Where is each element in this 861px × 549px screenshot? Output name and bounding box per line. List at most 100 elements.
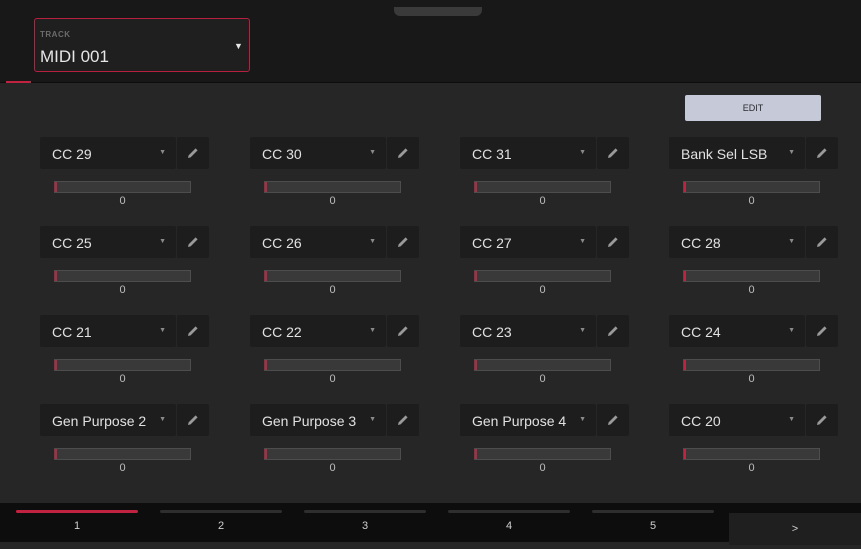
value-slider[interactable]	[54, 270, 191, 282]
value-readout: 0	[539, 462, 546, 474]
value-readout: 0	[329, 462, 336, 474]
pencil-icon[interactable]	[177, 226, 209, 258]
cc-select[interactable]: Gen Purpose 3 ▼	[250, 404, 386, 436]
cc-select[interactable]: CC 21 ▼	[40, 315, 176, 347]
edit-button[interactable]: EDIT	[685, 95, 821, 121]
cc-control: CC 22 ▼ 0	[250, 315, 429, 395]
cc-select[interactable]: Bank Sel LSB ▼	[669, 137, 805, 169]
slider-fill	[475, 182, 477, 192]
value-slider[interactable]	[474, 181, 611, 193]
cc-control: CC 30 ▼ 0	[250, 137, 429, 217]
chevron-down-icon: ▼	[234, 41, 243, 51]
value-slider[interactable]	[474, 448, 611, 460]
chevron-down-icon: ▼	[159, 327, 166, 334]
cc-select[interactable]: CC 30 ▼	[250, 137, 386, 169]
tab-page-1[interactable]: 1	[8, 503, 146, 542]
slider-fill	[265, 271, 267, 281]
cc-select[interactable]: CC 25 ▼	[40, 226, 176, 258]
slider-fill	[55, 449, 57, 459]
cc-select[interactable]: CC 29 ▼	[40, 137, 176, 169]
pencil-icon[interactable]	[177, 315, 209, 347]
value-slider[interactable]	[683, 448, 820, 460]
cc-control: CC 21 ▼ 0	[40, 315, 219, 395]
slider-fill	[475, 271, 477, 281]
pencil-icon[interactable]	[597, 404, 629, 436]
chevron-down-icon: ▼	[788, 416, 795, 423]
slider-fill	[684, 182, 686, 192]
pencil-icon[interactable]	[387, 137, 419, 169]
cc-control: Gen Purpose 4 ▼ 0	[460, 404, 639, 484]
slider-fill	[265, 449, 267, 459]
cc-select[interactable]: CC 24 ▼	[669, 315, 805, 347]
cc-select-label: Bank Sel LSB	[681, 146, 768, 162]
pencil-icon[interactable]	[387, 226, 419, 258]
value-slider[interactable]	[54, 181, 191, 193]
drawer-handle[interactable]	[394, 7, 482, 16]
value-slider[interactable]	[683, 181, 820, 193]
pencil-icon[interactable]	[387, 404, 419, 436]
cc-select-label: Gen Purpose 3	[262, 413, 357, 429]
value-slider[interactable]	[264, 448, 401, 460]
pencil-icon[interactable]	[597, 226, 629, 258]
cc-select-label: CC 25	[52, 235, 92, 251]
cc-select[interactable]: CC 20 ▼	[669, 404, 805, 436]
value-readout: 0	[748, 284, 755, 296]
value-slider[interactable]	[264, 270, 401, 282]
pencil-icon[interactable]	[806, 137, 838, 169]
value-slider[interactable]	[264, 181, 401, 193]
value-slider[interactable]	[683, 270, 820, 282]
chevron-down-icon: ▼	[159, 149, 166, 156]
pencil-icon[interactable]	[177, 404, 209, 436]
track-value: MIDI 001	[40, 47, 109, 66]
pencil-icon[interactable]	[806, 404, 838, 436]
value-readout: 0	[329, 195, 336, 207]
value-slider[interactable]	[54, 359, 191, 371]
slider-fill	[265, 360, 267, 370]
value-readout: 0	[748, 195, 755, 207]
chevron-down-icon: ▼	[369, 327, 376, 334]
cc-select-label: CC 26	[262, 235, 302, 251]
cc-control: CC 25 ▼ 0	[40, 226, 219, 306]
tab-page-2[interactable]: 2	[152, 503, 290, 542]
pencil-icon[interactable]	[806, 226, 838, 258]
pencil-icon[interactable]	[387, 315, 419, 347]
cc-select[interactable]: CC 31 ▼	[460, 137, 596, 169]
cc-select[interactable]: Gen Purpose 4 ▼	[460, 404, 596, 436]
cc-select[interactable]: CC 22 ▼	[250, 315, 386, 347]
tab-page-4[interactable]: 4	[440, 503, 578, 542]
pencil-icon[interactable]	[597, 315, 629, 347]
cc-select[interactable]: CC 27 ▼	[460, 226, 596, 258]
pencil-icon[interactable]	[177, 137, 209, 169]
slider-fill	[55, 271, 57, 281]
cc-select-label: Gen Purpose 2	[52, 413, 147, 429]
value-readout: 0	[119, 373, 126, 385]
cc-control: CC 28 ▼ 0	[669, 226, 848, 306]
chevron-down-icon: ▼	[369, 238, 376, 245]
tab-page-3[interactable]: 3	[296, 503, 434, 542]
cc-select[interactable]: CC 23 ▼	[460, 315, 596, 347]
cc-select[interactable]: CC 28 ▼	[669, 226, 805, 258]
cc-select-label: CC 23	[472, 324, 512, 340]
cc-select[interactable]: CC 26 ▼	[250, 226, 386, 258]
value-slider[interactable]	[54, 448, 191, 460]
cc-select[interactable]: Gen Purpose 2 ▼	[40, 404, 176, 436]
value-slider[interactable]	[474, 359, 611, 371]
value-readout: 0	[539, 284, 546, 296]
value-slider[interactable]	[264, 359, 401, 371]
chevron-down-icon: ▼	[579, 149, 586, 156]
cc-control: CC 29 ▼ 0	[40, 137, 219, 217]
next-page-button[interactable]: >	[729, 513, 861, 545]
chevron-down-icon: ▼	[369, 416, 376, 423]
tab-page-5[interactable]: 5	[584, 503, 722, 542]
value-slider[interactable]	[474, 270, 611, 282]
cc-control: CC 20 ▼ 0	[669, 404, 848, 484]
slider-fill	[475, 360, 477, 370]
track-label: TRACK	[40, 30, 71, 39]
cc-control: CC 26 ▼ 0	[250, 226, 429, 306]
value-slider[interactable]	[683, 359, 820, 371]
pencil-icon[interactable]	[597, 137, 629, 169]
pencil-icon[interactable]	[806, 315, 838, 347]
chevron-down-icon: ▼	[159, 238, 166, 245]
cc-select-label: CC 22	[262, 324, 302, 340]
track-selector[interactable]: TRACK MIDI 001 ▼	[34, 18, 250, 72]
